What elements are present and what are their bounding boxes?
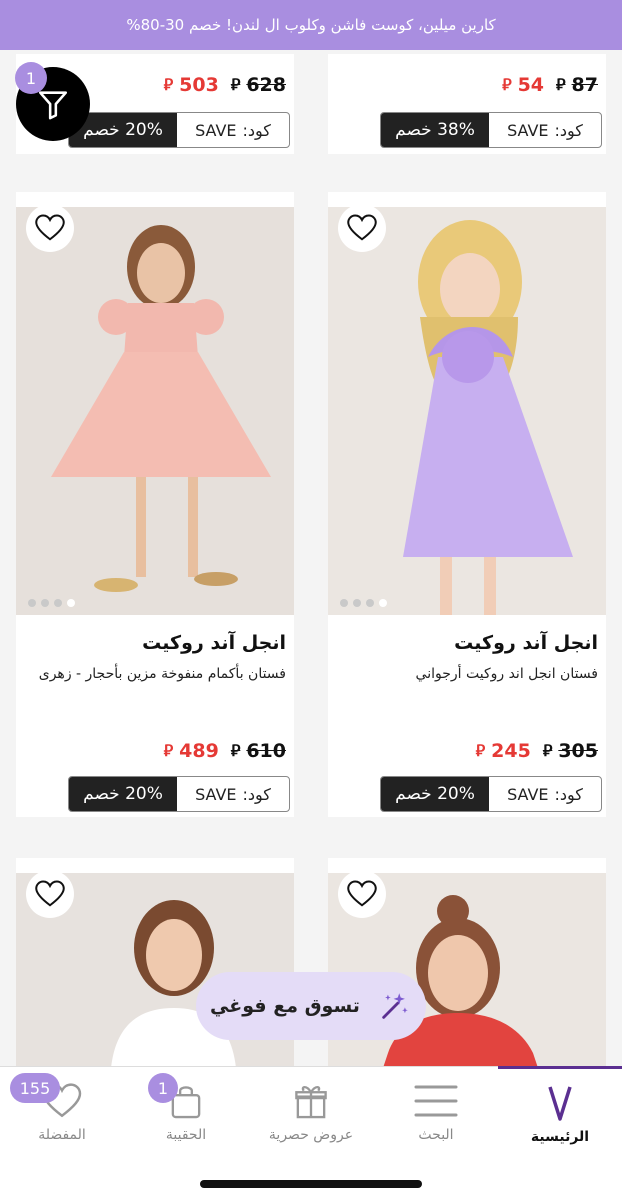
sale-price: ⃁ 503	[163, 74, 219, 96]
magic-wand-icon	[382, 993, 408, 1019]
promo-text: كارين ميلين، كوست فاشن وكلوب ال لندن! خص…	[126, 16, 496, 34]
original-price: ⃁ 610	[230, 740, 286, 762]
product-description: فستان انجل اند روكيت أرجواني	[415, 666, 598, 682]
coupon-discount: 20% خصم	[381, 777, 489, 811]
coupon-discount: 20% خصم	[69, 777, 177, 811]
tab-label: الرئيسية	[530, 1129, 590, 1145]
sale-price: ⃁ 245	[475, 740, 531, 762]
coupon-box[interactable]: 20% خصم كود: SAVE	[68, 776, 290, 812]
filter-count-badge: 1	[15, 62, 47, 94]
vogi-label: تسوق مع فوغي	[210, 995, 360, 1017]
heart-icon	[35, 880, 65, 907]
tab-label: البحث	[418, 1127, 454, 1143]
bag-count-badge: 1	[148, 1073, 178, 1103]
image-pagination[interactable]	[28, 599, 75, 607]
tab-label: عروض حصرية	[268, 1127, 354, 1143]
price-row: ⃁ 245 ⃁ 305	[476, 740, 598, 762]
price-row: ⃁ 503 ⃁ 628	[164, 74, 286, 96]
tab-label: الحقيبة	[165, 1127, 207, 1143]
price-row: ⃁ 489 ⃁ 610	[164, 740, 286, 762]
wishlist-button[interactable]	[338, 870, 386, 918]
gift-icon	[295, 1085, 327, 1119]
coupon-code: كود: SAVE	[195, 784, 271, 804]
coupon-box[interactable]: 20% خصم كود: SAVE	[68, 112, 290, 148]
product-photo	[328, 207, 606, 615]
image-pagination[interactable]	[340, 599, 387, 607]
menu-icon	[414, 1085, 458, 1117]
product-photo	[16, 207, 294, 615]
tab-exclusive-offers[interactable]: عروض حصرية	[249, 1067, 373, 1163]
filter-icon	[38, 91, 68, 120]
product-brand: انجل آند روكيت	[142, 632, 286, 654]
product-brand: انجل آند روكيت	[454, 632, 598, 654]
wishlist-button[interactable]	[26, 870, 74, 918]
original-price: ⃁ 628	[230, 74, 286, 96]
heart-icon	[35, 214, 65, 241]
product-description: فستان بأكمام منفوخة مزين بأحجار - زهرى	[38, 666, 286, 682]
product-card[interactable]: انجل آند روكيت فستان بأكمام منفوخة مزين …	[16, 192, 294, 817]
tab-label: المفضلة	[38, 1127, 86, 1143]
heart-icon	[347, 214, 377, 241]
coupon-code: كود: SAVE	[195, 120, 271, 140]
coupon-code: كود: SAVE	[507, 120, 583, 140]
favorites-count-badge: 155	[10, 1073, 60, 1103]
sale-price: ⃁ 54	[502, 74, 545, 96]
product-image[interactable]	[328, 207, 606, 615]
product-card[interactable]: انجل آند روكيت فستان انجل اند روكيت أرجو…	[328, 192, 606, 817]
wishlist-button[interactable]	[338, 204, 386, 252]
promo-banner[interactable]: كارين ميلين، كوست فاشن وكلوب ال لندن! خص…	[0, 0, 622, 50]
original-price: ⃁ 87	[556, 74, 598, 96]
tab-bag[interactable]: الحقيبة	[124, 1067, 248, 1163]
home-indicator	[200, 1180, 422, 1188]
coupon-discount: 38% خصم	[381, 113, 489, 147]
price-row: ⃁ 54 ⃁ 87	[502, 74, 598, 96]
product-image[interactable]	[16, 207, 294, 615]
original-price: ⃁ 305	[542, 740, 598, 762]
tab-home[interactable]: الرئيسية	[498, 1066, 622, 1165]
coupon-code: كود: SAVE	[507, 784, 583, 804]
product-card-top-right[interactable]: ⃁ 54 ⃁ 87 38% خصم كود: SAVE	[328, 54, 606, 154]
sale-price: ⃁ 489	[163, 740, 219, 762]
shop-with-vogi-button[interactable]: تسوق مع فوغي	[196, 972, 426, 1040]
tab-search[interactable]: البحث	[374, 1067, 498, 1163]
coupon-box[interactable]: 20% خصم كود: SAVE	[380, 776, 602, 812]
brand-v-icon	[548, 1086, 572, 1121]
heart-icon	[347, 880, 377, 907]
wishlist-button[interactable]	[26, 204, 74, 252]
coupon-box[interactable]: 38% خصم كود: SAVE	[380, 112, 602, 148]
